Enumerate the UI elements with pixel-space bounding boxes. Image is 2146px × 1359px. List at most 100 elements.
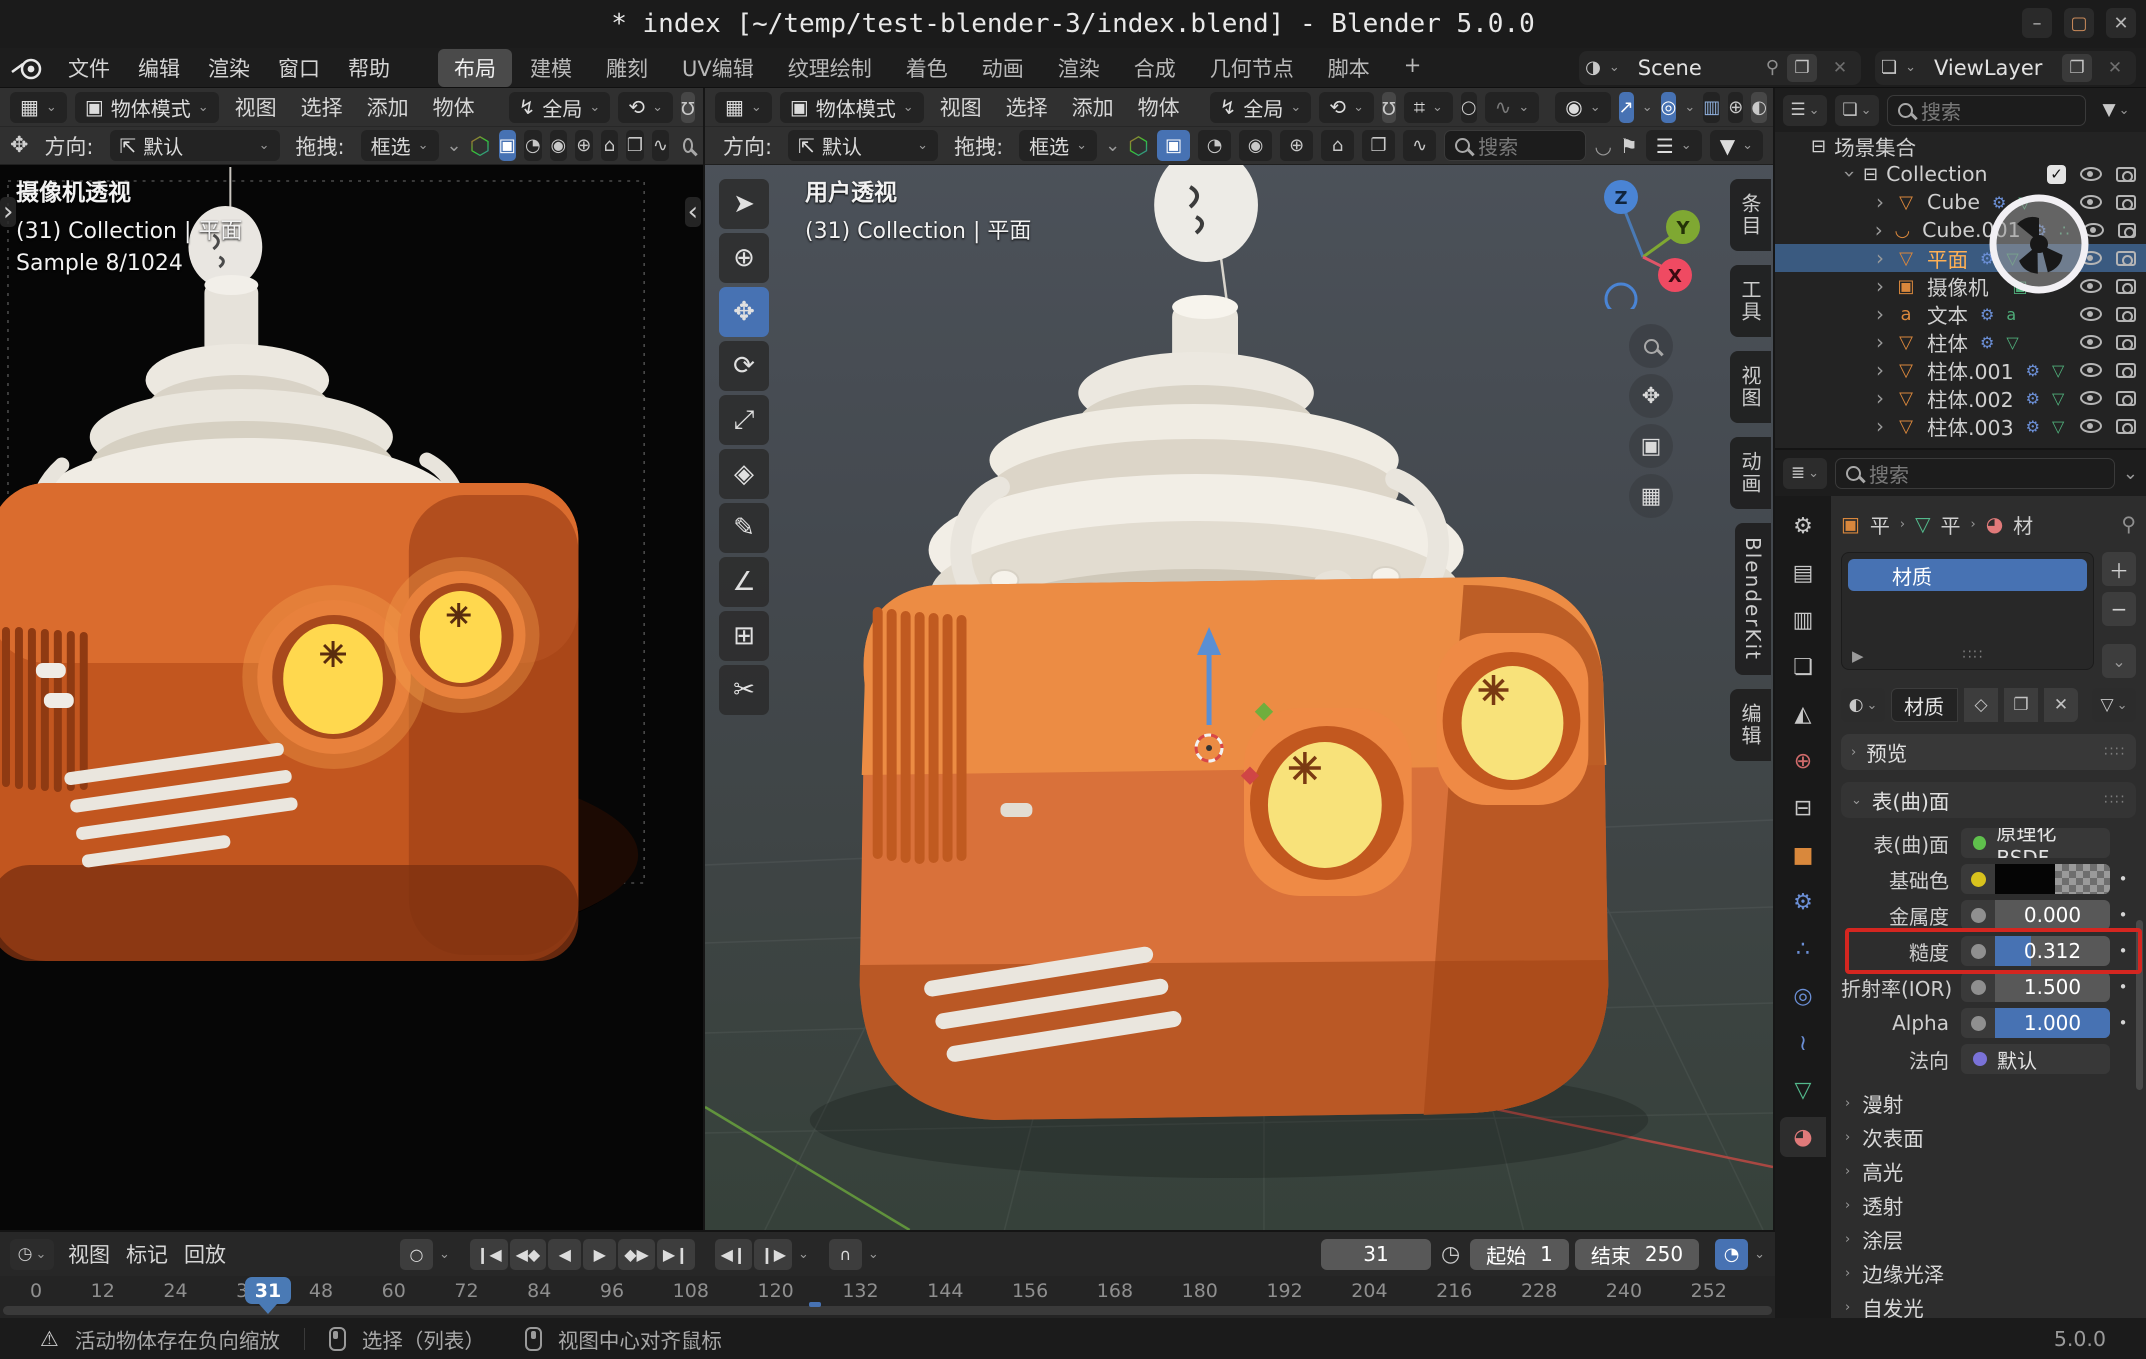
new-viewlayer-button[interactable]: ❐ [2062,54,2092,82]
tab-particles[interactable] [1780,929,1826,969]
outliner-search-field[interactable]: 搜索 [1887,95,2086,126]
tool-scale[interactable] [719,395,769,445]
metallic-slider[interactable]: 0.000 [1995,900,2110,930]
hide-eye-icon[interactable] [2083,223,2103,237]
disable-render-icon[interactable] [2116,363,2136,378]
expand-arrow-icon[interactable]: › [1867,302,1893,326]
边缘光泽[interactable]: ›边缘光泽 [1841,1256,2136,1290]
toolbar-expand-arrow[interactable]: › [0,197,16,227]
pivot-point[interactable]: ⌄ [1319,92,1374,123]
toggle-fluid-icon[interactable]: ◉ [550,130,568,161]
preview-panel-header[interactable]: ›预览∷∷ [1841,734,2136,770]
disable-render-icon[interactable] [2116,279,2136,294]
expand-arrow-icon[interactable]: › [1867,190,1893,214]
direction-dropdown[interactable]: 默认⌄ [788,130,938,161]
窗口[interactable]: 窗口 [264,51,334,85]
breadcrumb-material[interactable]: 材 [2013,510,2033,539]
工具[interactable]: 工具 [1730,265,1771,337]
tool-transform[interactable] [719,449,769,499]
snap-magnet-toggle[interactable] [1382,92,1396,123]
脚本[interactable]: 脚本 [1312,49,1386,87]
disable-render-icon[interactable] [2116,307,2136,322]
编辑[interactable]: 编辑 [124,51,194,85]
material-name-field[interactable]: 材质 [1891,688,1958,722]
object-name[interactable]: 平面 [1927,243,1968,273]
expand-icon[interactable] [1852,647,1864,665]
toggle-mesh-icon[interactable]: ▣ [1157,130,1190,161]
scene-collection-row[interactable]: 场景集合 [1775,132,2146,160]
basecolor-swatch[interactable] [1995,864,2110,894]
mode-selector[interactable]: 物体模式⌄ [75,92,219,123]
+[interactable]: + [1388,49,1438,87]
toggle-brush-icon[interactable]: ⌂ [1321,130,1354,161]
布局[interactable]: 布局 [438,49,512,87]
pin-icon[interactable] [1766,57,1779,78]
playhead[interactable]: 31 [245,1277,291,1314]
hide-eye-icon[interactable] [2080,391,2102,405]
filter-button[interactable]: ⌄ [2094,95,2138,126]
keyframe-dot[interactable]: • [2110,942,2136,960]
snap-settings[interactable]: ⌄ [1404,92,1453,123]
tab-view-layer[interactable] [1780,647,1826,687]
roughness-input-socket[interactable] [1961,936,1995,966]
proportional-edit-toggle[interactable]: ○ [1461,92,1477,123]
建模[interactable]: 建模 [514,49,588,87]
tool-cut[interactable] [719,665,769,715]
menu-object[interactable]: 物体 [425,92,483,122]
sidebar-expand-arrow[interactable]: ‹ [685,197,701,227]
transform-orientation[interactable]: 全局⌄ [1210,92,1312,123]
hide-eye-icon[interactable] [2080,167,2102,181]
tab-material[interactable] [1780,1117,1826,1157]
object-icon[interactable] [1841,512,1860,536]
current-frame-field[interactable]: 31 [1321,1239,1431,1270]
viewlayer-selector[interactable]: ⌄ ViewLayer ❐ ✕ [1875,51,2136,85]
frame-start-field[interactable]: 起始1 [1470,1239,1569,1270]
object-name[interactable]: 柱体.002 [1927,383,2014,413]
menu-object[interactable]: 物体 [1130,92,1188,122]
proportional-falloff[interactable]: ⌄ [1485,92,1540,123]
合成[interactable]: 合成 [1118,49,1192,87]
expand-arrow-icon[interactable]: › [1867,330,1893,354]
material-slot-list[interactable]: 材质 ∷∷ [1841,552,2094,670]
breadcrumb-object[interactable]: 平 [1870,510,1890,539]
keyframe-dot[interactable]: • [2110,870,2136,888]
tab-tool[interactable] [1780,506,1826,546]
normal-input[interactable]: 默认 [1961,1044,2110,1074]
metallic-input-socket[interactable] [1961,900,1995,930]
disable-render-icon[interactable] [2116,419,2136,434]
tab-collection[interactable] [1780,788,1826,828]
pan-hand-button[interactable]: ✥ [1629,374,1673,418]
expand-arrow-icon[interactable]: › [1867,414,1893,438]
object-name[interactable]: 文本 [1927,299,1968,329]
gizmos-toggle[interactable]: ↗ [1619,92,1634,123]
outliner-row[interactable]: › Cube [1775,188,2146,216]
unlink-material-button[interactable]: ✕ [2044,688,2078,722]
menu-add[interactable]: 添加 [1064,92,1122,122]
tab-output[interactable] [1780,600,1826,640]
xray-toggle[interactable]: ▥ [1703,92,1720,123]
zoom-button[interactable] [1629,324,1673,368]
涂层[interactable]: ›涂层 [1841,1222,2136,1256]
透射[interactable]: ›透射 [1841,1188,2136,1222]
disable-render-icon[interactable] [2116,167,2136,182]
高光[interactable]: ›高光 [1841,1154,2136,1188]
tab-world[interactable] [1780,741,1826,781]
动画[interactable]: 动画 [1730,437,1771,509]
ior-input-socket[interactable] [1961,972,1995,1002]
frame-end-field[interactable]: 结束250 [1575,1239,1699,1270]
视图[interactable]: 视图 [60,1239,118,1269]
keyframe-dot[interactable]: • [2110,978,2136,996]
BlenderKit[interactable]: BlenderKit [1735,523,1771,675]
toggle-world-icon[interactable]: ⊕ [575,130,593,161]
视图[interactable]: 视图 [1730,351,1771,423]
browse-material-button[interactable]: ⌄ [1841,688,1885,722]
maximize-button[interactable]: ▢ [2064,8,2094,38]
编辑[interactable]: 编辑 [1730,689,1771,761]
surface-node-button[interactable]: 原理化 BSDF [1961,828,2110,858]
回放[interactable]: 回放 [176,1239,234,1269]
ortho-grid-button[interactable]: ▦ [1629,474,1673,518]
雕刻[interactable]: 雕刻 [590,49,664,87]
tab-scene[interactable] [1780,694,1826,734]
preview-range-button[interactable] [829,1239,862,1270]
动画[interactable]: 动画 [966,49,1040,87]
